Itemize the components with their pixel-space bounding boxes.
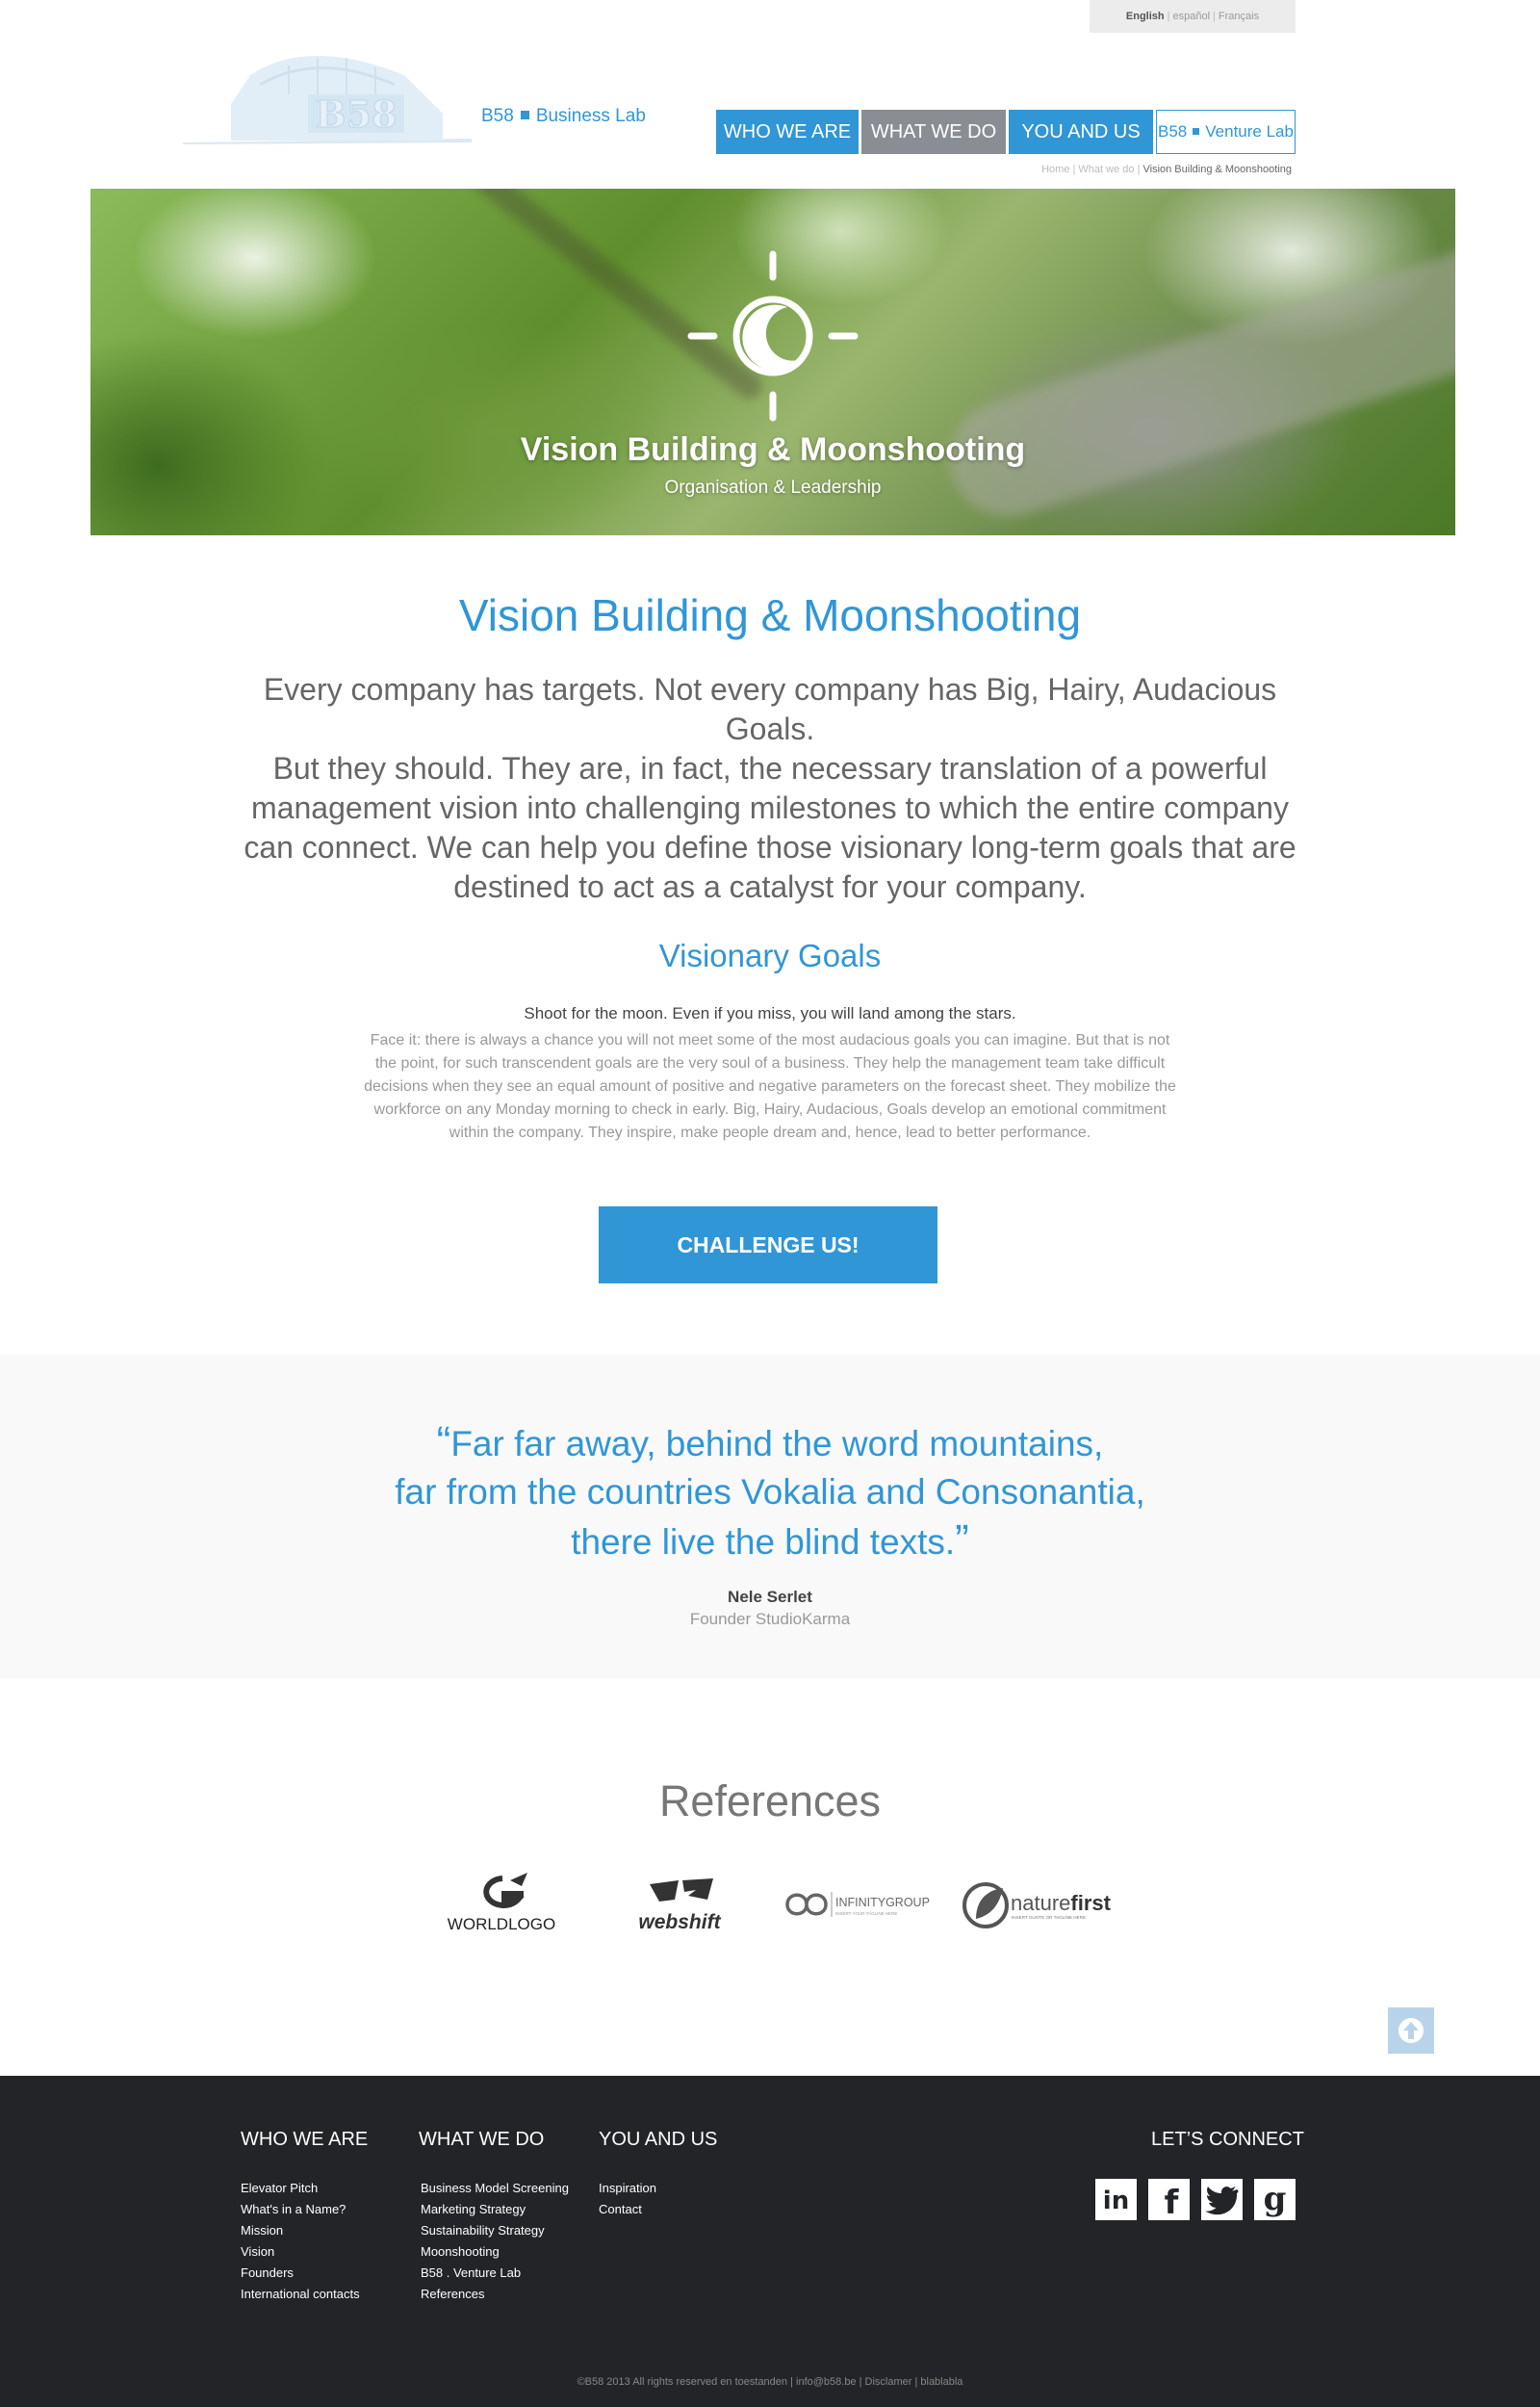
facebook-glyph: f [1165,2184,1180,2220]
footer-link[interactable]: Sustainability Strategy [421,2220,569,2241]
quote-author: Nele Serlet [728,1588,812,1606]
twitter-icon[interactable] [1201,2179,1243,2220]
svg-text:naturefirst: naturefirst [1011,1891,1112,1915]
footer-copyright: ©B58 2013 All rights reserved en toestan… [577,2376,963,2388]
nav-what-we-do[interactable]: WHAT WE DO [861,110,1006,154]
quote-author-role: Founder StudioKarma [689,1610,851,1628]
footer-heading-what-we-do[interactable]: WHAT WE DO [419,2129,544,2151]
intro-line: management vision into challenging miles… [251,790,1289,825]
goals-lead: Shoot for the moon. Even if you miss, yo… [524,1004,1016,1022]
webshift-text: webshift [638,1911,721,1933]
footer-link[interactable]: What's in a Name? [241,2199,360,2220]
footer-link[interactable]: Vision [241,2241,360,2263]
footer-link[interactable]: Inspiration [599,2178,656,2199]
intro-paragraph: Every company has targets. Not every com… [231,670,1309,907]
section-title-visionary-goals: Visionary Goals [658,938,882,973]
linkedin-icon[interactable]: in [1095,2179,1137,2220]
footer-link[interactable]: Moonshooting [421,2241,569,2263]
breadcrumb: Home | What we do | Vision Building & Mo… [1041,164,1292,175]
intro-line: can connect. We can help you define thos… [244,830,1296,865]
worldlogo-logo[interactable]: WORLDLOGO [443,1871,560,1938]
footer-link[interactable]: Mission [241,2220,360,2241]
footer-link[interactable]: Business Model Screening [421,2178,569,2199]
footer [0,2076,1540,2407]
b58-logo[interactable]: B58 [183,46,472,148]
goals-line: Face it: there is always a chance you wi… [370,1032,1170,1048]
back-to-top-button[interactable] [1388,2007,1434,2054]
naturefirst-logo[interactable]: naturefirst INSERT GUOTE OR TAGLINE HERE [962,1871,1112,1938]
goals-line: decisions when they see an equal amount … [364,1078,1176,1095]
google-plus-icon[interactable]: g [1254,2179,1296,2220]
quote-line: Far far away, behind the word mountains, [450,1424,1104,1463]
sun-moon-icon [687,250,859,422]
breadcrumb-home[interactable]: Home [1041,164,1069,175]
goals-paragraph: Face it: there is always a chance you wi… [318,1029,1222,1145]
breadcrumb-separator: | [1072,164,1076,175]
footer-links-you-and-us: Inspiration Contact [599,2178,656,2220]
nav-you-and-us[interactable]: YOU AND US [1009,110,1153,154]
square-icon [520,111,529,120]
lang-spanish[interactable]: español [1173,11,1211,22]
intro-line: Every company has targets. Not every com… [263,672,1277,746]
logo-tagline: Business Lab [535,106,646,126]
logo-wordmark[interactable]: B58 Business Lab [481,106,646,127]
lang-english[interactable]: English [1126,11,1165,22]
footer-link[interactable]: Marketing Strategy [421,2199,569,2220]
lang-french[interactable]: Français [1219,11,1259,22]
intro-line: But they should. They are, in fact, the … [272,751,1268,786]
footer-link[interactable]: Elevator Pitch [241,2178,360,2199]
linkedin-glyph: in [1103,2187,1129,2215]
language-switcher: English | español | Français [1090,0,1296,33]
quote-line: there live the blind texts. [571,1522,956,1562]
footer-heading-you-and-us[interactable]: YOU AND US [599,2129,717,2151]
quote-open-mark: “ [436,1418,451,1465]
quote-close-mark: ” [955,1516,969,1564]
venture-brand: B58 [1158,122,1188,141]
venture-label: Venture Lab [1205,122,1294,141]
nav-who-we-are[interactable]: WHO WE ARE [716,110,859,154]
references-title: References [658,1776,882,1825]
square-icon [1193,128,1200,136]
breadcrumb-current: Vision Building & Moonshooting [1142,164,1292,175]
footer-link[interactable]: B58 . Venture Lab [421,2263,569,2284]
breadcrumb-separator: | [1137,164,1141,175]
worldlogo-text: WORLDLOGO [448,1915,555,1933]
nav-venture-lab[interactable]: B58 Venture Lab [1156,110,1296,154]
challenge-us-button[interactable]: CHALLENGE US! [599,1206,937,1283]
lang-separator: | [1167,11,1170,22]
page-title: Vision Building & Moonshooting [458,590,1082,640]
intro-line: destined to act as a catalyst for your c… [453,869,1087,904]
infinitygroup-text: INFINITYGROUP [835,1896,930,1909]
naturefirst-tagline: INSERT GUOTE OR TAGLINE HERE [1012,1915,1086,1920]
logo-emblem-text: B58 [316,92,398,136]
google-glyph: g [1264,2180,1287,2218]
facebook-icon[interactable]: f [1148,2179,1190,2220]
webshift-logo[interactable]: webshift [621,1871,738,1938]
breadcrumb-what-we-do[interactable]: What we do [1078,164,1134,175]
footer-link[interactable]: Contact [599,2199,656,2220]
testimonial-quote: “Far far away, behind the word mountains… [0,1418,1540,1566]
footer-link[interactable]: References [421,2284,569,2305]
lang-separator: | [1213,11,1216,22]
naturefirst-text-light: nature [1011,1891,1070,1915]
arrow-up-icon [1399,2018,1424,2043]
footer-link[interactable]: Founders [241,2263,360,2284]
footer-links-what-we-do: Business Model Screening Marketing Strat… [421,2178,569,2305]
infinitygroup-tagline: INSERT YOUR TAGLINE HERE [835,1911,897,1916]
footer-heading-connect: LET’S CONNECT [1151,2129,1304,2150]
hero-title: Vision Building & Moonshooting [520,431,1026,468]
hero-subtitle: Organisation & Leadership [664,478,882,498]
naturefirst-text-bold: first [1070,1891,1111,1915]
hero-banner: Vision Building & Moonshooting Organisat… [90,189,1455,535]
logo-brand: B58 [481,106,514,126]
goals-line: the point, for such transcendent goals a… [374,1055,1166,1072]
footer-link[interactable]: International contacts [241,2284,360,2305]
footer-heading-who-we-are[interactable]: WHO WE ARE [241,2129,368,2151]
footer-links-who-we-are: Elevator Pitch What's in a Name? Mission… [241,2178,360,2305]
goals-line: workforce on any Monday morning to check… [373,1101,1167,1118]
infinitygroup-logo[interactable]: INFINITYGROUP INSERT YOUR TAGLINE HERE [782,1871,936,1938]
goals-line: within the company. They inspire, make p… [449,1125,1091,1141]
quote-line: far from the countries Vokalia and Conso… [395,1472,1145,1512]
